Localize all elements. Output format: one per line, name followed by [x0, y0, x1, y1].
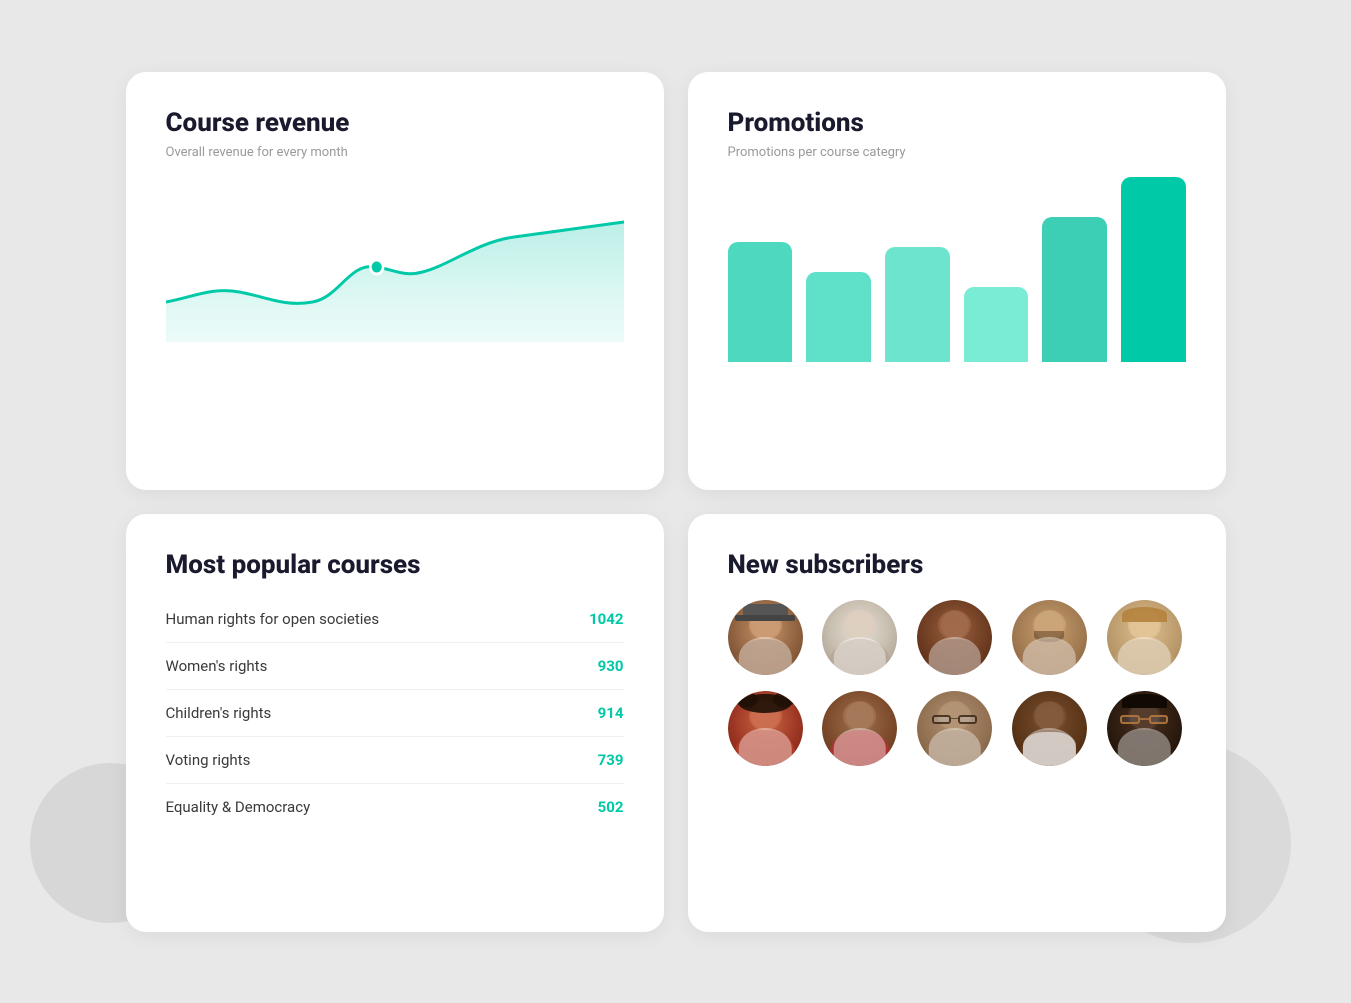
course-name-4: Voting rights: [166, 751, 251, 769]
avatar-2-image: [822, 600, 897, 675]
avatar-9-image: [1012, 691, 1087, 766]
course-count-2: 930: [598, 657, 624, 675]
bar-6-fill: [1121, 177, 1186, 362]
dashboard: Course revenue Overall revenue for every…: [126, 72, 1226, 932]
avatar-5: [1107, 600, 1182, 675]
course-item-1: Human rights for open societies 1042: [166, 596, 624, 643]
bar-3-fill: [885, 247, 950, 362]
course-name-3: Children's rights: [166, 704, 272, 722]
bar-5: [1042, 217, 1107, 362]
avatar-3-image: [917, 600, 992, 675]
avatar-8: [917, 691, 992, 766]
avatar-4-image: [1012, 600, 1087, 675]
course-count-4: 739: [598, 751, 624, 769]
subscribers-title: New subscribers: [728, 550, 1186, 580]
course-name-1: Human rights for open societies: [166, 610, 380, 628]
subscribers-card: New subscribers: [688, 514, 1226, 932]
avatar-1-image: [728, 600, 803, 675]
avatar-7-image: [822, 691, 897, 766]
bar-5-fill: [1042, 217, 1107, 362]
avatar-10-image: [1107, 691, 1182, 766]
course-item-4: Voting rights 739: [166, 737, 624, 784]
avatar-3: [917, 600, 992, 675]
course-item-3: Children's rights 914: [166, 690, 624, 737]
bar-1-fill: [728, 242, 793, 362]
promotions-title: Promotions: [728, 108, 1186, 138]
course-item-2: Women's rights 930: [166, 643, 624, 690]
avatar-6-image: [728, 691, 803, 766]
course-name-5: Equality & Democracy: [166, 798, 311, 816]
avatar-2: [822, 600, 897, 675]
promotions-card: Promotions Promotions per course categry: [688, 72, 1226, 490]
promotions-bars: [728, 182, 1186, 362]
promotions-subtitle: Promotions per course categry: [728, 144, 1186, 162]
course-list: Human rights for open societies 1042 Wom…: [166, 596, 624, 830]
bar-6: [1121, 177, 1186, 362]
course-count-5: 502: [598, 798, 624, 816]
revenue-subtitle: Overall revenue for every month: [166, 144, 624, 162]
courses-title: Most popular courses: [166, 550, 624, 580]
avatar-10: [1107, 691, 1182, 766]
revenue-card: Course revenue Overall revenue for every…: [126, 72, 664, 490]
avatar-1: [728, 600, 803, 675]
courses-card: Most popular courses Human rights for op…: [126, 514, 664, 932]
avatar-8-image: [917, 691, 992, 766]
bar-3: [885, 247, 950, 362]
avatar-9: [1012, 691, 1087, 766]
avatars-grid: [728, 600, 1186, 766]
revenue-title: Course revenue: [166, 108, 624, 138]
bar-1: [728, 242, 793, 362]
course-count-1: 1042: [589, 610, 623, 628]
avatar-4: [1012, 600, 1087, 675]
course-name-2: Women's rights: [166, 657, 268, 675]
bar-4-fill: [964, 287, 1029, 362]
revenue-chart-svg: [166, 182, 624, 342]
avatar-5-image: [1107, 600, 1182, 675]
course-item-5: Equality & Democracy 502: [166, 784, 624, 830]
bar-4: [964, 287, 1029, 362]
course-count-3: 914: [598, 704, 624, 722]
revenue-chart: [166, 182, 624, 342]
avatar-7: [822, 691, 897, 766]
bar-2-fill: [806, 272, 871, 362]
avatar-6: [728, 691, 803, 766]
bar-2: [806, 272, 871, 362]
